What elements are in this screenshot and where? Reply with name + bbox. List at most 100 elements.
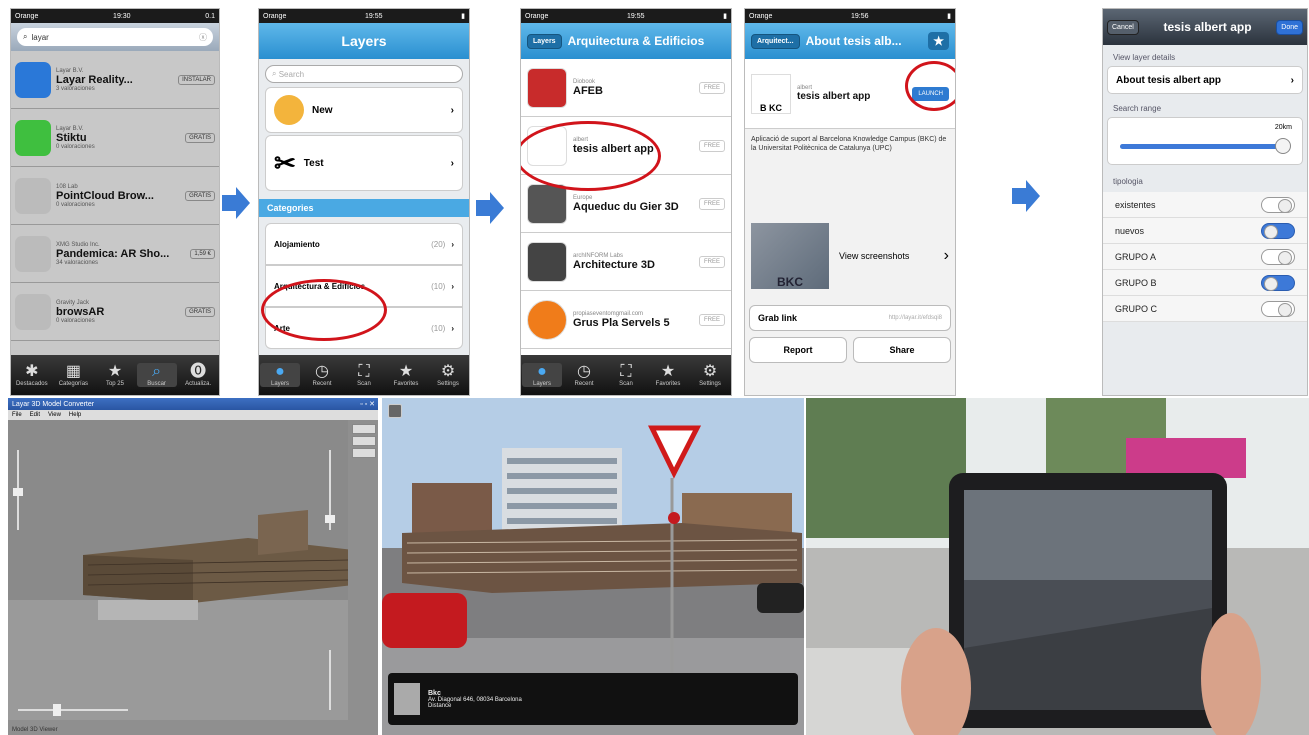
toggle-switch[interactable]: [1261, 274, 1295, 291]
toggle-switch[interactable]: [1261, 300, 1295, 317]
app-icon: [15, 61, 51, 98]
app-price-button[interactable]: 1,59 €: [190, 248, 215, 259]
tab-featured[interactable]: ✱ Destacados: [12, 363, 52, 387]
category-row[interactable]: Alojamiento (20) ›: [265, 223, 463, 265]
app-meta: XMG Studio Inc. Pandemica: AR Sho... 34 …: [56, 242, 190, 266]
side-button[interactable]: [352, 424, 376, 434]
tab-scan[interactable]: ⛶ Scan: [606, 363, 646, 387]
page-title: About tesis alb...: [805, 34, 902, 48]
gear-icon: ⚙: [440, 363, 456, 380]
toggle-row: GRUPO B: [1103, 270, 1307, 296]
slider-knob[interactable]: [1274, 138, 1291, 154]
free-button[interactable]: FREE: [698, 139, 725, 152]
menu-help[interactable]: Help: [69, 412, 81, 418]
tab-bar: ✱ Destacados ▦ Categorías ★ Top 25 ⌕ Buscar …: [11, 355, 219, 395]
side-button[interactable]: [352, 436, 376, 446]
layer-meta: archINFORM Labs Architecture 3D: [573, 253, 699, 271]
menu-edit[interactable]: Edit: [30, 412, 40, 418]
app-result-row[interactable]: XMG Studio Inc. Pandemica: AR Sho... 34 …: [11, 225, 219, 283]
tab-favorites[interactable]: ★ Favorites: [386, 363, 426, 387]
range-slider[interactable]: [1120, 138, 1291, 154]
tab-top25[interactable]: ★ Top 25: [95, 363, 135, 387]
about-screen: Orange 19:56 ▮ Arquitect... About tesis …: [744, 8, 956, 396]
screenshots-row[interactable]: BKC View screenshots ›: [745, 219, 955, 293]
layer-icon: [527, 241, 567, 282]
back-button[interactable]: Layers: [527, 33, 562, 49]
layer-item-new[interactable]: New ›: [265, 87, 463, 133]
layer-row[interactable]: propiaseventomgmail.com Grus Pla Servels…: [521, 291, 731, 349]
viewer-footer: Model 3D Viewer: [12, 727, 58, 733]
app-developer: XMG Studio Inc.: [56, 241, 100, 248]
battery-icon: ▮: [947, 13, 951, 20]
grab-link-row[interactable]: Grab link http://layar.it/efdsqi8: [749, 305, 951, 332]
toggle-switch[interactable]: [1261, 248, 1295, 265]
tab-settings[interactable]: ⚙ Settings: [690, 363, 730, 387]
menu-view[interactable]: View: [48, 412, 61, 418]
app-price-button[interactable]: INSTALAR: [178, 74, 215, 85]
report-button[interactable]: Report: [749, 337, 847, 364]
app-result-row[interactable]: Layar B.V. Stiktu 0 valoraciones GRATIS: [11, 109, 219, 167]
menu-file[interactable]: File: [12, 412, 22, 418]
poi-info-card[interactable]: Bkc Av. Diagonal 646, 08034 Barcelona Di…: [388, 673, 798, 725]
free-button[interactable]: FREE: [698, 255, 725, 268]
model-viewport: [8, 420, 348, 720]
toggle-row: existentes: [1103, 192, 1307, 218]
tab-recent[interactable]: ◷ Recent: [302, 363, 342, 387]
window-titlebar: Layar 3D Model Converter ▫ ▫ ✕: [8, 398, 378, 410]
toggle-switch[interactable]: [1261, 196, 1295, 213]
tab-label: Top 25: [105, 381, 124, 387]
search-wrap: ⌕ Search: [259, 59, 469, 87]
free-button[interactable]: FREE: [698, 197, 725, 210]
tab-layers[interactable]: ● Layers: [522, 363, 562, 387]
favorite-star-icon[interactable]: ★: [928, 32, 949, 50]
carrier-label: Orange: [749, 12, 773, 20]
share-button[interactable]: Share: [853, 337, 951, 364]
search-input[interactable]: ⌕ Search: [265, 65, 463, 83]
tab-bar: ● Layers ◷ Recent ⛶ Scan ★ Favorites ⚙ Settin…: [521, 355, 731, 395]
updates-icon: ⓿: [190, 363, 207, 380]
free-button[interactable]: FREE: [698, 313, 725, 326]
layer-item-test[interactable]: ✂ Test ›: [265, 135, 463, 191]
tab-settings[interactable]: ⚙ Settings: [428, 363, 468, 387]
search-input[interactable]: ⌕ layar ⓧ: [17, 28, 213, 46]
tab-favorites[interactable]: ★ Favorites: [648, 363, 688, 387]
app-ratings: 0 valoraciones: [56, 143, 95, 150]
category-count: (10): [431, 281, 446, 291]
nav-bar: Layers: [259, 23, 469, 59]
layer-logo: B KC: [751, 73, 791, 114]
toggle-switch[interactable]: [1261, 222, 1295, 239]
layer-list: Diobook AFEB FREE albert tesis albert ap…: [521, 59, 731, 349]
about-layer-row[interactable]: About tesis albert app ›: [1107, 66, 1303, 94]
layer-row[interactable]: Diobook AFEB FREE: [521, 59, 731, 117]
tab-label: Scan: [619, 381, 633, 387]
window-controls-icon[interactable]: ▫ ▫ ✕: [360, 400, 378, 408]
app-price-button[interactable]: GRATIS: [185, 132, 215, 143]
tab-recent[interactable]: ◷ Recent: [564, 363, 604, 387]
tab-categories[interactable]: ▦ Categorías: [53, 363, 93, 387]
toggle-label: existentes: [1115, 199, 1156, 210]
cancel-button[interactable]: Cancel: [1107, 19, 1139, 35]
scan-icon: ⛶: [358, 363, 370, 380]
search-bar: ⌕ layar ⓧ: [11, 23, 219, 51]
side-button[interactable]: [352, 448, 376, 458]
back-button[interactable]: Arquitect...: [751, 33, 800, 49]
layer-row[interactable]: archINFORM Labs Architecture 3D FREE: [521, 233, 731, 291]
battery-label: 0.1: [205, 12, 215, 20]
category-label: Alojamiento: [274, 239, 320, 249]
tab-scan[interactable]: ⛶ Scan: [344, 363, 384, 387]
clear-icon[interactable]: ⓧ: [199, 32, 207, 43]
app-result-row[interactable]: Layar B.V. Layar Reality... 3 valoracion…: [11, 51, 219, 109]
poi-thumbnail: [394, 683, 420, 715]
free-button[interactable]: FREE: [698, 81, 725, 94]
layer-developer: archINFORM Labs: [573, 252, 624, 259]
app-price-button[interactable]: GRATIS: [185, 306, 215, 317]
tab-search[interactable]: ⌕ Buscar: [136, 363, 177, 387]
done-button[interactable]: Done: [1276, 19, 1303, 35]
tab-updates[interactable]: ⓿ Actualiza.: [178, 363, 218, 387]
toggle-row: nuevos: [1103, 218, 1307, 244]
app-result-row[interactable]: 108 Lab PointCloud Brow... 0 valoracione…: [11, 167, 219, 225]
tab-layers[interactable]: ● Layers: [260, 363, 300, 387]
app-result-row[interactable]: Gravity Jack browsAR 0 valoraciones GRAT…: [11, 283, 219, 341]
ar-menu-button[interactable]: [388, 404, 402, 418]
app-price-button[interactable]: GRATIS: [185, 190, 215, 201]
